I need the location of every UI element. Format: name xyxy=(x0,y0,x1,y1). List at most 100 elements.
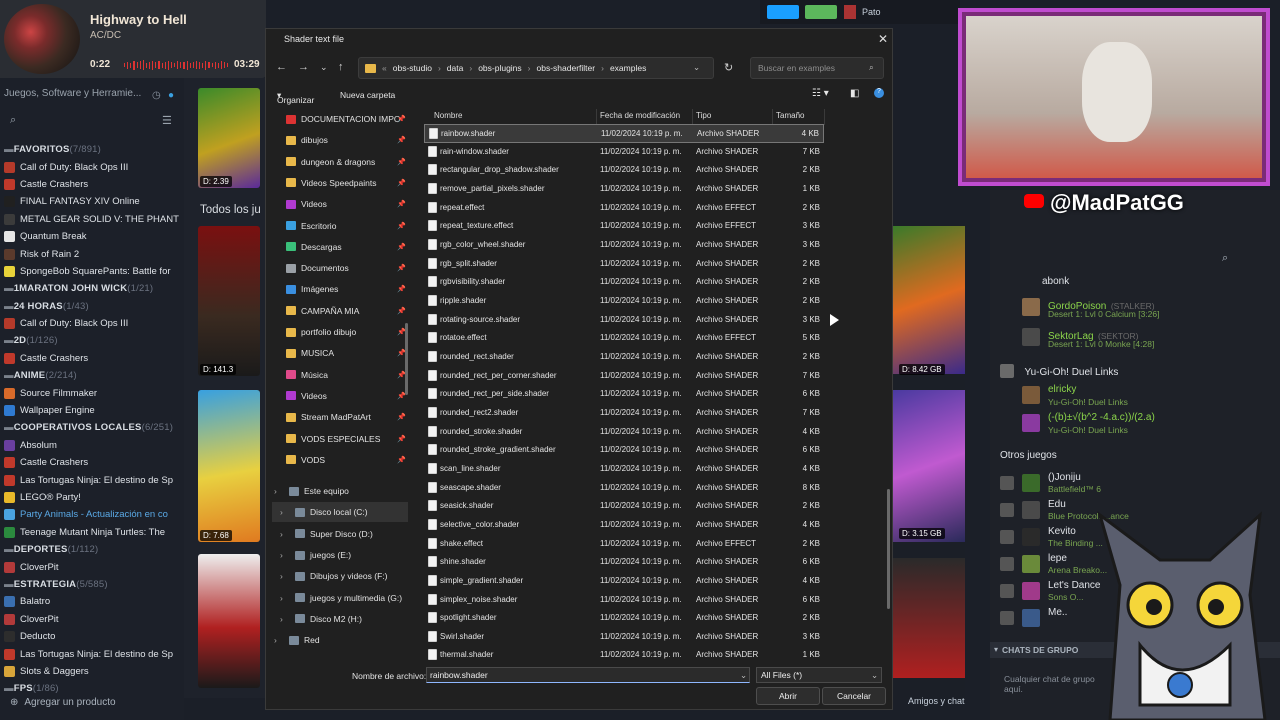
nav-quick-access-item[interactable]: Videos Speedpaints 📌 xyxy=(272,173,408,193)
file-row[interactable]: rectangular_drop_shadow.shader 11/02/2024… xyxy=(424,161,824,180)
file-row[interactable]: simplex_noise.shader 11/02/2024 10:19 p. … xyxy=(424,591,824,610)
column-type[interactable]: Tipo xyxy=(696,111,711,120)
nav-quick-access-item[interactable]: MUSICA 📌 xyxy=(272,343,408,363)
game-tile[interactable]: D: 3.15 GB xyxy=(893,390,965,542)
library-game-item[interactable]: Quantum Break xyxy=(4,228,180,245)
library-game-item[interactable]: Las Tortugas Ninja: El destino de Sp xyxy=(4,645,180,662)
friend-entry[interactable]: ()Joniju Battlefield™ 6 xyxy=(1000,472,1200,496)
chevron-right-icon[interactable]: › xyxy=(438,63,441,73)
library-game-item[interactable]: Call of Duty: Black Ops III xyxy=(4,315,180,332)
game-tile[interactable] xyxy=(198,554,260,688)
user-name[interactable]: Pato xyxy=(862,7,881,17)
file-row[interactable]: scan_line.shader 11/02/2024 10:19 p. m. Ar… xyxy=(424,460,824,479)
nav-quick-access-item[interactable]: Documentos 📌 xyxy=(272,258,408,278)
library-game-item[interactable]: Deducto xyxy=(4,628,180,645)
breadcrumb-item[interactable]: obs-shaderfilter xyxy=(537,63,596,73)
chevron-right-icon[interactable]: › xyxy=(469,63,472,73)
library-game-item[interactable]: Risk of Rain 2 xyxy=(4,245,180,262)
library-game-item[interactable]: Source Filmmaker xyxy=(4,384,180,401)
library-game-item[interactable]: Absolum xyxy=(4,437,180,454)
breadcrumb-item[interactable]: examples xyxy=(610,63,646,73)
back-arrow-icon[interactable]: ← xyxy=(276,61,287,73)
game-tile[interactable] xyxy=(893,558,965,678)
nav-quick-access-item[interactable]: VODS 📌 xyxy=(272,450,408,470)
open-button[interactable]: Abrir xyxy=(756,687,820,705)
library-game-item[interactable]: Wallpaper Engine xyxy=(4,402,180,419)
nav-drive-item[interactable]: › Disco M2 (H:) xyxy=(272,609,408,629)
library-group-header[interactable]: ▬ ANIME (2/214) xyxy=(4,367,182,384)
column-divider[interactable] xyxy=(692,109,693,125)
nav-drive-item[interactable]: › Super Disco (D:) xyxy=(272,524,408,544)
game-tile[interactable]: D: 8.42 GB xyxy=(893,226,965,375)
nav-quick-access-item[interactable]: Videos 📌 xyxy=(272,386,408,406)
forward-arrow-icon[interactable]: → xyxy=(298,61,309,73)
file-row[interactable]: repeat.effect 11/02/2024 10:19 p. m. Archi… xyxy=(424,199,824,218)
library-game-item[interactable]: Teenage Mutant Ninja Turtles: The xyxy=(4,524,180,541)
nav-quick-access-item[interactable]: Imágenes 📌 xyxy=(272,279,408,299)
help-icon[interactable]: ? xyxy=(874,88,884,98)
chevron-right-icon[interactable]: › xyxy=(280,593,290,603)
library-game-item[interactable]: Castle Crashers xyxy=(4,350,180,367)
library-group-header[interactable]: ▬ ESTRATEGIA (5/585) xyxy=(4,576,182,593)
library-game-item[interactable]: CloverPit xyxy=(4,558,180,575)
avatar[interactable] xyxy=(844,5,856,19)
chevron-right-icon[interactable]: › xyxy=(601,63,604,73)
file-row[interactable]: rgbvisibility.shader 11/02/2024 10:19 p. … xyxy=(424,273,824,292)
nav-quick-access-item[interactable]: Stream MadPatArt 📌 xyxy=(272,407,408,427)
file-row[interactable]: ripple.shader 11/02/2024 10:19 p. m. Archi… xyxy=(424,292,824,311)
preview-pane-icon[interactable]: ◧ xyxy=(850,88,859,99)
library-game-item[interactable]: Las Tortugas Ninja: El destino de Sp xyxy=(4,471,180,488)
search-icon[interactable]: ⌕ xyxy=(1222,252,1228,265)
filetype-select[interactable]: All Files (*) ⌄ xyxy=(756,667,882,683)
file-row[interactable]: remove_partial_pixels.shader 11/02/2024 1… xyxy=(424,180,824,199)
library-game-item[interactable]: Castle Crashers xyxy=(4,176,180,193)
nav-quick-access-item[interactable]: dibujos 📌 xyxy=(272,130,408,150)
library-search[interactable]: ⌕ ☰ xyxy=(4,112,180,130)
library-group-header[interactable]: ▬ COOPERATIVOS LOCALES (6/251) xyxy=(4,419,182,436)
chevron-right-icon[interactable]: › xyxy=(274,635,284,645)
column-size[interactable]: Tamaño xyxy=(776,111,804,120)
library-game-item[interactable]: Castle Crashers xyxy=(4,454,180,471)
nav-quick-access-item[interactable]: Escritorio 📌 xyxy=(272,216,408,236)
library-game-item[interactable]: Call of Duty: Black Ops III xyxy=(4,158,180,175)
library-group-header[interactable]: ▬ 2D (1/126) xyxy=(4,332,182,349)
breadcrumb-item[interactable]: data xyxy=(447,63,464,73)
filename-input[interactable]: rainbow.shader ⌄ xyxy=(426,667,750,683)
friends-chat-button[interactable]: Amigos y chat xyxy=(908,696,965,706)
file-row[interactable]: rounded_rect.shader 11/02/2024 10:19 p. m… xyxy=(424,348,824,367)
file-row[interactable]: rain-window.shader 11/02/2024 10:19 p. m.… xyxy=(424,143,824,162)
chevron-down-icon[interactable]: ⌄ xyxy=(320,62,328,73)
address-bar[interactable]: « obs-studio › data › obs-plugins › obs-shader… xyxy=(358,57,714,79)
nav-network[interactable]: › Red xyxy=(272,630,408,650)
library-game-item[interactable]: Party Animals - Actualización en co xyxy=(4,506,180,523)
chevron-right-icon[interactable]: › xyxy=(280,614,290,624)
file-row[interactable]: rotating-source.shader 11/02/2024 10:19 p… xyxy=(424,311,824,330)
file-row[interactable]: seasick.shader 11/02/2024 10:19 p. m. Arch… xyxy=(424,497,824,516)
game-tile[interactable]: D: 141.3 xyxy=(198,226,260,376)
new-folder-button[interactable]: Nueva carpeta xyxy=(340,90,395,100)
library-group-header[interactable]: ▬ DEPORTES (1/112) xyxy=(4,541,182,558)
file-row[interactable]: selective_color.shader 11/02/2024 10:19 p… xyxy=(424,516,824,535)
file-row[interactable]: rounded_stroke_gradient.shader 11/02/2024… xyxy=(424,441,824,460)
library-group-header[interactable]: ▬ FPS (1/86) xyxy=(4,680,182,697)
file-row[interactable]: simple_gradient.shader 11/02/2024 10:19 p… xyxy=(424,572,824,591)
column-divider[interactable] xyxy=(824,109,825,125)
filter-icon[interactable]: ☰ xyxy=(162,114,172,127)
file-row[interactable]: Swirl.shader 11/02/2024 10:19 p. m. Archiv… xyxy=(424,628,824,647)
nav-quick-access-item[interactable]: DOCUMENTACION IMPO 📌 xyxy=(272,109,408,129)
file-row[interactable]: rgb_split.shader 11/02/2024 10:19 p. m. Ar… xyxy=(424,255,824,274)
file-row[interactable]: seascape.shader 11/02/2024 10:19 p. m. Arc… xyxy=(424,479,824,498)
file-row[interactable]: repeat_texture.effect 11/02/2024 10:19 p.… xyxy=(424,217,824,236)
column-divider[interactable] xyxy=(772,109,773,125)
library-group-header[interactable]: ▬ 24 HORAS (1/43) xyxy=(4,298,182,315)
chevron-down-icon[interactable]: ⌄ xyxy=(693,62,700,73)
view-options-icon[interactable]: ☷ ▾ xyxy=(812,88,829,99)
add-product-button[interactable]: ⊕ Agregar un producto xyxy=(10,697,116,708)
nav-drive-item[interactable]: › juegos (E:) xyxy=(272,545,408,565)
chevron-right-icon[interactable]: › xyxy=(280,507,290,517)
file-row[interactable]: rounded_stroke.shader 11/02/2024 10:19 p.… xyxy=(424,423,824,442)
library-game-item[interactable]: CloverPit xyxy=(4,611,180,628)
file-row[interactable]: rounded_rect_per_side.shader 11/02/2024 1… xyxy=(424,385,824,404)
nav-quick-access-item[interactable]: Descargas 📌 xyxy=(272,237,408,257)
game-tile[interactable]: D: 7.68 xyxy=(198,390,260,542)
